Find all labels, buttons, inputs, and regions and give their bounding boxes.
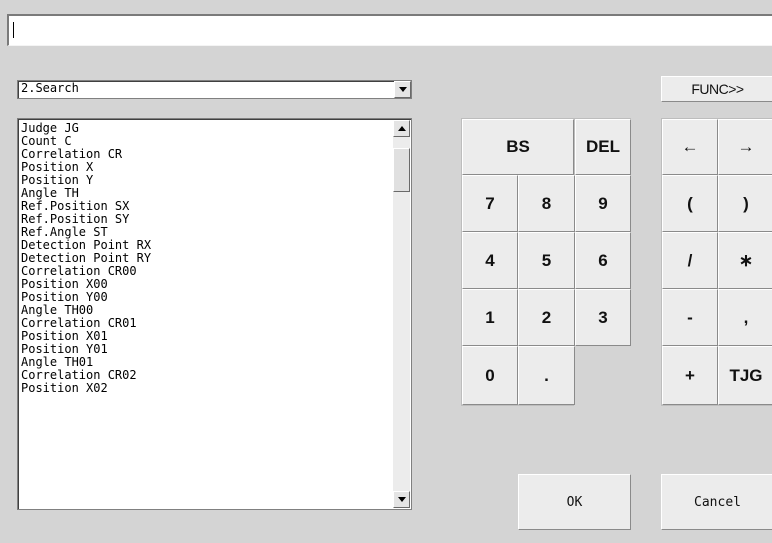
cursor-right-button[interactable]: →	[718, 119, 772, 175]
keypad-gap	[574, 346, 632, 408]
cursor-left-button[interactable]: ←	[662, 119, 718, 175]
func-toggle-button[interactable]: FUNC>>	[661, 76, 772, 102]
scroll-up-button[interactable]	[393, 120, 410, 137]
category-selected-value: 2.Search	[21, 81, 79, 95]
key-7[interactable]: 7	[462, 175, 518, 232]
scrollbar-thumb[interactable]	[393, 148, 410, 192]
arrow-up-icon	[397, 126, 406, 131]
key-5[interactable]: 5	[518, 232, 575, 289]
tjg-button[interactable]: TJG	[718, 346, 772, 405]
list-item[interactable]: Position Y01	[21, 342, 393, 356]
key-left-paren[interactable]: (	[662, 175, 718, 232]
key-2[interactable]: 2	[518, 289, 575, 346]
ok-button[interactable]: OK	[518, 474, 631, 530]
text-caret	[13, 21, 14, 38]
chevron-down-icon	[398, 87, 407, 92]
delete-button[interactable]: DEL	[575, 119, 631, 175]
key-dot[interactable]: .	[518, 346, 575, 405]
key-9[interactable]: 9	[575, 175, 631, 232]
list-item[interactable]: Judge JG	[21, 121, 393, 135]
list-item[interactable]: Angle TH00	[21, 303, 393, 317]
list-item[interactable]: Position X01	[21, 329, 393, 343]
key-divide[interactable]: /	[662, 232, 718, 289]
key-right-paren[interactable]: )	[718, 175, 772, 232]
list-item[interactable]: Position X00	[21, 277, 393, 291]
list-item[interactable]: Angle TH	[21, 186, 393, 200]
dropdown-button[interactable]	[394, 81, 411, 98]
list-item[interactable]: Detection Point RX	[21, 238, 393, 252]
list-item[interactable]: Position Y	[21, 173, 393, 187]
key-3[interactable]: 3	[575, 289, 631, 346]
list-item[interactable]: Ref.Position SY	[21, 212, 393, 226]
list-scrollbar[interactable]	[393, 120, 410, 508]
key-8[interactable]: 8	[518, 175, 575, 232]
list-item[interactable]: Angle TH01	[21, 355, 393, 369]
key-6[interactable]: 6	[575, 232, 631, 289]
list-item[interactable]: Count C	[21, 134, 393, 148]
list-item[interactable]: Position X	[21, 160, 393, 174]
key-plus[interactable]: +	[662, 346, 718, 405]
list-item[interactable]: Position X02	[21, 381, 393, 395]
category-dropdown[interactable]: 2.Search	[17, 80, 412, 99]
scroll-down-button[interactable]	[393, 491, 410, 508]
key-comma[interactable]: ,	[718, 289, 772, 346]
list-item[interactable]: Ref.Angle ST	[21, 225, 393, 239]
list-item[interactable]: Correlation CR01	[21, 316, 393, 330]
key-0[interactable]: 0	[462, 346, 518, 405]
variable-list-items: Judge JG Count C Correlation CR Position XP…	[21, 121, 393, 395]
list-item[interactable]: Correlation CR02	[21, 368, 393, 382]
list-item[interactable]: Position Y00	[21, 290, 393, 304]
list-item[interactable]: Detection Point RY	[21, 251, 393, 265]
variable-list[interactable]: Judge JG Count C Correlation CR Position XP…	[17, 118, 412, 510]
list-item[interactable]: Correlation CR00	[21, 264, 393, 278]
list-item[interactable]: Ref.Position SX	[21, 199, 393, 213]
key-4[interactable]: 4	[462, 232, 518, 289]
backspace-button[interactable]: BS	[462, 119, 574, 175]
key-1[interactable]: 1	[462, 289, 518, 346]
cancel-button[interactable]: Cancel	[661, 474, 772, 530]
arrow-down-icon	[397, 497, 406, 502]
expression-input[interactable]	[7, 14, 772, 46]
key-minus[interactable]: -	[662, 289, 718, 346]
key-multiply[interactable]: ∗	[718, 232, 772, 289]
list-item[interactable]: Correlation CR	[21, 147, 393, 161]
